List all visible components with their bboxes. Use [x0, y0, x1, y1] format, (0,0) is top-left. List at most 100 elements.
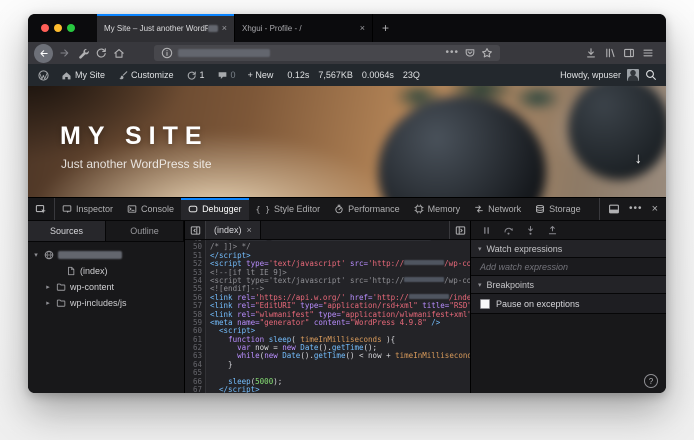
pause-on-exceptions-label: Pause on exceptions: [496, 298, 580, 309]
watch-expressions-header[interactable]: ▾ Watch expressions: [471, 240, 666, 258]
wp-comments-link[interactable]: 0: [211, 64, 242, 86]
add-watch-expression-input[interactable]: Add watch expression: [471, 258, 666, 276]
breakpoints-header[interactable]: ▾ Breakpoints: [471, 276, 666, 294]
wp-howdy-label[interactable]: Howdy, wpuser: [560, 70, 621, 80]
devtools-tab-storage[interactable]: Storage: [528, 198, 588, 220]
tab-outline[interactable]: Outline: [106, 221, 184, 241]
code-line[interactable]: while(new Date().getTime() < now + timeI…: [210, 352, 470, 360]
step-out-icon[interactable]: [547, 225, 558, 236]
forward-button[interactable]: [56, 44, 74, 62]
wp-updates-link[interactable]: 1: [180, 64, 211, 86]
node-picker-button[interactable]: [28, 198, 55, 220]
pause-on-exceptions-checkbox[interactable]: [480, 298, 490, 309]
debugger-command-bar: [471, 221, 666, 240]
home-icon: [113, 47, 125, 59]
code-line[interactable]: </script>: [210, 385, 470, 393]
redacted-domain: [58, 251, 122, 259]
devtools-tab-network[interactable]: Network: [467, 198, 528, 220]
tab-sources[interactable]: Sources: [28, 221, 106, 241]
devtools-tab-inspector[interactable]: Inspector: [55, 198, 120, 220]
code-token: src=: [345, 259, 369, 269]
editor-code: /* ]]> */</script> <script type='text/jav…: [206, 240, 470, 393]
hamburger-menu-icon[interactable]: [642, 47, 654, 59]
wp-stat-load-time: 0.12s: [287, 70, 310, 80]
address-bar[interactable]: •••: [154, 45, 500, 61]
pocket-icon[interactable]: [464, 47, 476, 59]
wp-stat-memory: 7,567KB: [318, 70, 353, 80]
search-icon[interactable]: [645, 69, 657, 81]
code-token: while: [237, 351, 260, 361]
bookmark-star-icon[interactable]: [481, 47, 493, 59]
wp-new-label: + New: [247, 70, 274, 80]
scroll-down-arrow-icon[interactable]: ↓: [635, 150, 643, 167]
site-title[interactable]: MY SITE: [60, 122, 209, 151]
expand-panes-button[interactable]: [449, 221, 470, 239]
editor-gutter: 49505152535455565758596061626364656667: [185, 240, 206, 393]
devtools-tab-debugger[interactable]: Debugger: [181, 198, 249, 220]
wp-performance-stats: 0.12s 7,567KB 0.0064s 23Q: [279, 70, 428, 80]
code-line[interactable]: }: [210, 359, 470, 369]
tab-close-icon[interactable]: ×: [360, 23, 365, 33]
browser-tab-xhgui[interactable]: Xhgui - Profile - / ×: [235, 14, 373, 42]
redacted-code: [404, 260, 445, 266]
devtools-tab-console[interactable]: Console: [120, 198, 181, 220]
code-view[interactable]: 49505152535455565758596061626364656667 /…: [185, 240, 470, 393]
code-token: "generator": [259, 317, 310, 327]
browser-tab-my-site[interactable]: My Site – Just another WordPress s ×: [97, 14, 235, 42]
chevron-right-icon[interactable]: ▸: [44, 299, 52, 307]
back-button[interactable]: [34, 43, 53, 63]
step-in-icon[interactable]: [525, 225, 536, 236]
source-item-wp-content[interactable]: ▸ wp-content: [28, 279, 184, 295]
code-token: }: [210, 359, 233, 369]
devtools-wrench-button[interactable]: [74, 44, 92, 62]
sources-tree: ▾ (index) ▸ wp-content ▸ wp-includes/js: [28, 242, 184, 311]
line-number[interactable]: 67: [185, 385, 202, 393]
devtools-tab-memory[interactable]: Memory: [407, 198, 468, 220]
code-token: () < now +: [345, 351, 396, 361]
wordpress-logo-icon: [38, 69, 49, 81]
new-tab-button[interactable]: +: [373, 14, 398, 42]
source-item-domain[interactable]: ▾: [28, 247, 184, 263]
zoom-window-button[interactable]: [67, 24, 75, 32]
collapse-panes-button[interactable]: [185, 221, 206, 239]
wp-my-site-menu[interactable]: My Site: [55, 64, 111, 86]
debugger-body: Sources Outline ▾ (index) ▸ wp-content ▸ wp-i…: [28, 221, 666, 393]
expand-panes-icon: [455, 225, 466, 236]
editor-tab-index[interactable]: (index) ×: [206, 221, 261, 239]
dock-icon[interactable]: [608, 203, 620, 215]
pause-on-exceptions-row[interactable]: Pause on exceptions: [471, 294, 666, 314]
network-arrows-icon: [474, 204, 484, 214]
site-info-icon[interactable]: [161, 47, 173, 59]
wp-stat-queries: 23Q: [402, 70, 420, 80]
step-over-icon[interactable]: [503, 225, 514, 236]
editor-tab-close-icon[interactable]: ×: [247, 225, 252, 235]
wp-new-content-menu[interactable]: + New: [242, 64, 280, 86]
wp-logo-menu[interactable]: [32, 64, 55, 86]
chevron-right-icon[interactable]: ▸: [44, 283, 52, 291]
avatar[interactable]: [627, 69, 639, 81]
help-icon[interactable]: ?: [644, 374, 658, 388]
chevron-down-icon[interactable]: ▾: [32, 251, 40, 259]
devtools-close-icon[interactable]: ×: [652, 203, 658, 215]
library-icon[interactable]: [604, 47, 616, 59]
tab-close-icon[interactable]: ×: [222, 23, 227, 33]
devtools-tab-style-editor[interactable]: { } Style Editor: [249, 198, 327, 220]
update-arrows-icon: [186, 70, 197, 81]
close-window-button[interactable]: [41, 24, 49, 32]
pause-button-icon[interactable]: [481, 225, 492, 236]
wp-comments-count: 0: [230, 70, 236, 80]
forward-arrow-icon: [59, 47, 71, 59]
reload-button[interactable]: [92, 44, 110, 62]
wp-customize-link[interactable]: Customize: [111, 64, 180, 86]
downloads-icon[interactable]: [585, 47, 597, 59]
devtools-tab-performance[interactable]: Performance: [327, 198, 407, 220]
console-icon: [127, 204, 137, 214]
source-item-wp-includes-js[interactable]: ▸ wp-includes/js: [28, 295, 184, 311]
collapse-panes-icon: [190, 225, 201, 236]
home-button[interactable]: [110, 44, 128, 62]
source-item-index[interactable]: (index): [28, 263, 184, 279]
minimize-window-button[interactable]: [54, 24, 62, 32]
sidebar-toggle-icon[interactable]: [623, 47, 635, 59]
sources-panel: Sources Outline ▾ (index) ▸ wp-content ▸ wp-i…: [28, 221, 185, 393]
braces-icon: { }: [255, 204, 271, 214]
